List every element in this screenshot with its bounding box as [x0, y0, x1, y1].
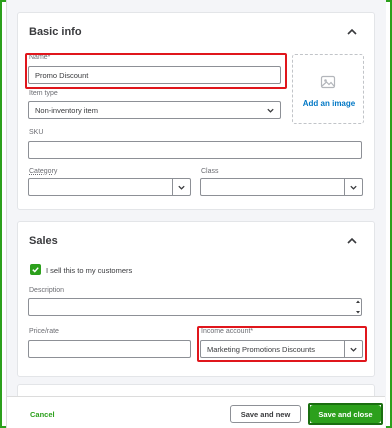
- item-type-select[interactable]: Non-inventory item: [28, 101, 281, 119]
- resize-handle-icon[interactable]: [355, 299, 361, 315]
- sales-title: Sales: [29, 235, 58, 247]
- category-dropdown-button[interactable]: [172, 179, 190, 195]
- sell-checkbox[interactable]: [30, 264, 41, 275]
- price-label: Price/rate: [29, 328, 59, 335]
- class-select[interactable]: [200, 178, 363, 196]
- description-field[interactable]: [28, 298, 362, 316]
- chevron-down-icon: [350, 185, 357, 190]
- add-image-label[interactable]: Add an image: [293, 99, 365, 108]
- basic-info-card: Basic info Name* Promo Discount Add an i…: [17, 12, 375, 210]
- sales-card: Sales I sell this to my customers Descri…: [17, 221, 375, 377]
- image-icon: [320, 75, 336, 89]
- save-close-highlight: [308, 403, 383, 425]
- description-label: Description: [29, 287, 65, 294]
- category-label: Category: [29, 168, 58, 175]
- chevron-up-icon[interactable]: [345, 25, 359, 39]
- sku-label: SKU: [29, 129, 44, 136]
- item-type-label: Item type: [29, 90, 58, 97]
- chevron-down-icon: [267, 108, 274, 113]
- class-label: Class: [201, 168, 219, 175]
- footer-bar: Cancel Save and new Save and close: [7, 396, 385, 428]
- chevron-down-icon: [178, 185, 185, 190]
- chevron-up-icon[interactable]: [345, 234, 359, 248]
- sell-checkbox-label[interactable]: I sell this to my customers: [46, 266, 132, 275]
- item-type-value: Non-inventory item: [35, 105, 98, 115]
- price-field[interactable]: [28, 340, 191, 358]
- class-dropdown-button[interactable]: [344, 179, 362, 195]
- cancel-link[interactable]: Cancel: [30, 410, 55, 419]
- income-account-highlight: [197, 326, 367, 362]
- product-panel: Basic info Name* Promo Discount Add an i…: [6, 0, 386, 428]
- checkmark-icon: [32, 267, 39, 273]
- name-highlight: [25, 53, 287, 89]
- save-and-new-button[interactable]: Save and new: [230, 405, 301, 423]
- basic-info-title: Basic info: [29, 26, 82, 38]
- category-select[interactable]: [28, 178, 191, 196]
- sku-field[interactable]: [28, 141, 362, 159]
- add-image-box[interactable]: Add an image: [292, 54, 364, 124]
